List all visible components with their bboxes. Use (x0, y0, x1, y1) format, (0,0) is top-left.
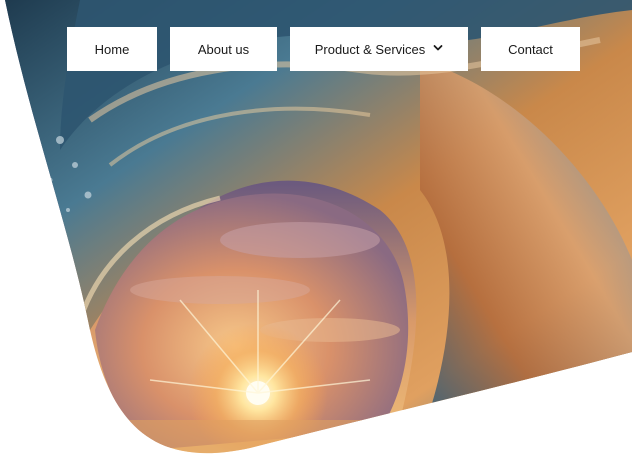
nav-product-services[interactable]: Product & Services (290, 27, 468, 71)
nav-about-us-label: About us (197, 41, 250, 57)
nav-about-us[interactable]: About us (170, 27, 277, 71)
nav-home[interactable]: Home (67, 27, 157, 71)
page: Home About us Product & Services Contact (0, 0, 632, 461)
nav-contact-label: Contact (508, 41, 553, 57)
chevron-down-icon (433, 45, 443, 51)
nav-product-services-label: Product & Services (314, 41, 426, 57)
main-nav: Home About us Product & Services Contact (0, 27, 632, 71)
nav-contact[interactable]: Contact (481, 27, 580, 71)
nav-home-label: Home (94, 41, 130, 57)
